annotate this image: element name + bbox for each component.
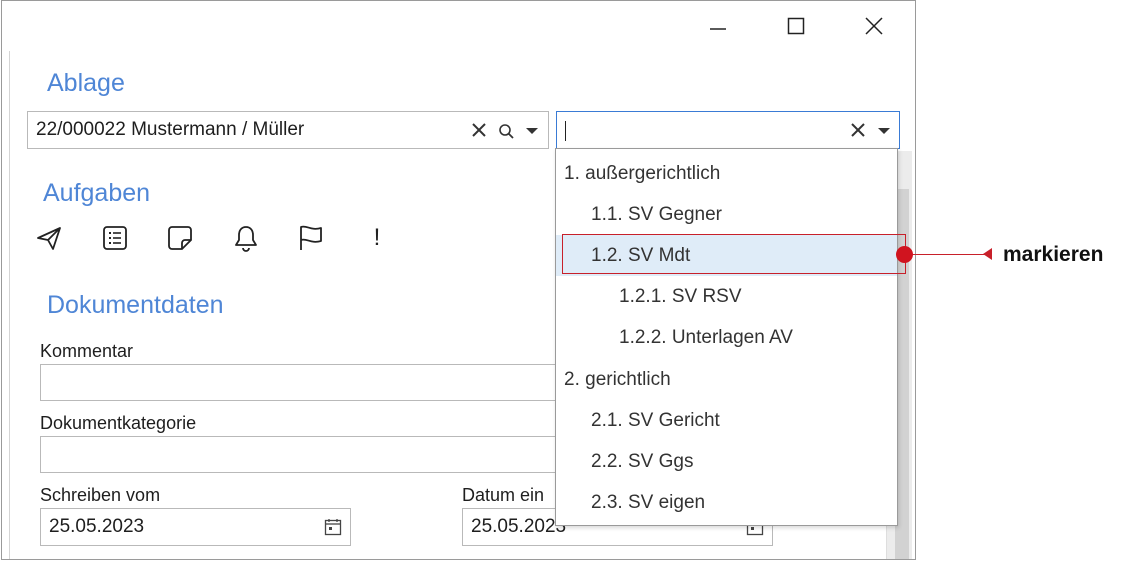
schreiben-vom-label: Schreiben vom (40, 485, 161, 505)
chevron-down-icon[interactable] (524, 123, 540, 139)
annotation-arrowhead (983, 248, 992, 260)
content-edge (9, 51, 10, 559)
kommentar-label: Kommentar (40, 341, 134, 361)
minimize-icon (710, 28, 726, 30)
text-caret (565, 121, 566, 141)
file-combobox[interactable]: 22/000022 Mustermann / Müller (27, 111, 549, 149)
datum-eingang-label: Datum ein (462, 485, 545, 505)
maximize-icon (787, 17, 805, 35)
dropdown-item[interactable]: 1. außergerichtlich (556, 153, 897, 194)
kategorie-label: Dokumentkategorie (40, 413, 197, 433)
note-icon[interactable] (165, 223, 195, 253)
kommentar-input[interactable] (40, 364, 560, 401)
datum-eingang-value: 25.05.2023 (471, 516, 567, 537)
chevron-down-icon[interactable] (876, 123, 892, 139)
folder-dropdown-list: 1. außergerichtlich 1.1. SV Gegner 1.2. SV… (555, 148, 898, 526)
dropdown-item[interactable]: 1.2.1. SV RSV (556, 277, 897, 318)
schreiben-vom-value: 25.05.2023 (49, 516, 145, 537)
annotation-highlight-box (562, 234, 906, 274)
dropdown-item[interactable]: 1.1. SV Gegner (556, 194, 897, 235)
calendar-icon[interactable] (323, 517, 343, 537)
bell-icon[interactable] (231, 223, 261, 253)
dropdown-item[interactable]: 1.2.2. Unterlagen AV (556, 318, 897, 359)
dropdown-item[interactable]: 2.1. SV Gericht (556, 400, 897, 441)
annotation-dot (896, 246, 913, 263)
schreiben-vom-date-input[interactable]: 25.05.2023 (40, 508, 351, 546)
folder-combobox[interactable] (556, 111, 900, 149)
section-title-ablage: Ablage (47, 69, 125, 97)
flag-icon[interactable] (296, 223, 326, 253)
list-icon[interactable] (100, 223, 130, 253)
search-icon[interactable] (496, 121, 516, 141)
clear-icon[interactable] (470, 121, 488, 139)
dropdown-item[interactable]: 2.3. SV eigen (556, 483, 897, 524)
dropdown-item[interactable]: 2. gerichtlich (556, 359, 897, 400)
clear-icon[interactable] (849, 121, 867, 139)
close-icon (865, 17, 883, 35)
annotation-label: markieren (1003, 243, 1104, 266)
maximize-button[interactable] (773, 7, 819, 45)
send-icon[interactable] (34, 223, 64, 253)
close-button[interactable] (851, 7, 897, 45)
section-title-dokumentdaten: Dokumentdaten (47, 291, 224, 319)
file-combobox-value: 22/000022 Mustermann / Müller (36, 119, 305, 140)
dropdown-item[interactable]: 2.2. SV Ggs (556, 441, 897, 482)
annotation-line (911, 254, 990, 255)
exclamation-icon[interactable]: ! (362, 223, 392, 253)
section-title-aufgaben: Aufgaben (43, 179, 151, 207)
kategorie-input[interactable] (40, 436, 560, 473)
minimize-button[interactable] (695, 7, 741, 45)
